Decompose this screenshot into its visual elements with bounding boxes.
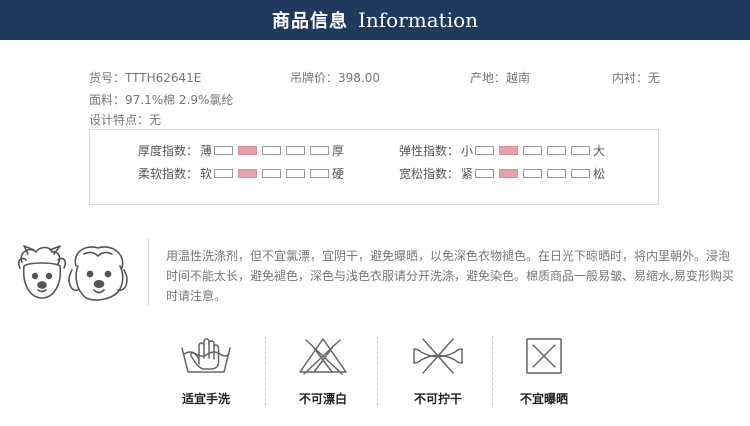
scale-cell bbox=[547, 145, 567, 155]
scale-label: 宽松指数： bbox=[399, 166, 460, 181]
scale-label: 厚度指数： bbox=[138, 143, 199, 158]
care-label: 不宜曝晒 bbox=[519, 392, 568, 406]
care-item-no-tumble-dry: 不宜曝晒 bbox=[489, 336, 599, 407]
scale-cell bbox=[286, 145, 306, 155]
fabric-index-box: 厚度指数： 薄 厚 弹性指数： 小 大 柔软指数： 软 硬 宽松指数： 紧 松 bbox=[89, 129, 659, 205]
scale-high: 松 bbox=[593, 166, 606, 181]
scale-cell bbox=[547, 168, 567, 178]
scale-row: 宽松指数： 紧 松 bbox=[399, 166, 606, 181]
header-title-en: Information bbox=[357, 8, 479, 32]
scale-cell bbox=[571, 168, 591, 178]
no-bleach-icon bbox=[299, 338, 347, 375]
header-title-zh: 商品信息 bbox=[271, 11, 348, 32]
scale-low: 软 bbox=[200, 166, 213, 181]
scale-cell bbox=[214, 168, 234, 178]
care-label: 适宜手洗 bbox=[181, 392, 230, 406]
care-divider bbox=[148, 238, 149, 306]
scale-low: 紧 bbox=[461, 166, 474, 181]
scale-high: 厚 bbox=[332, 143, 345, 158]
origin-text: 产地：越南 bbox=[470, 71, 531, 85]
care-item-no-wring: 不可拧干 bbox=[383, 336, 493, 407]
scale-cell bbox=[571, 145, 591, 155]
scale-cell bbox=[262, 168, 282, 178]
scale-cell bbox=[499, 145, 519, 155]
lining-text: 内衬：无 bbox=[612, 71, 661, 85]
scale-cell bbox=[475, 145, 495, 155]
scale-cell bbox=[286, 168, 306, 178]
header-banner: 商品信息 Information bbox=[0, 0, 750, 40]
scale-cell bbox=[523, 145, 543, 155]
scale-row: 厚度指数： 薄 厚 bbox=[138, 143, 345, 158]
scale-cell bbox=[214, 145, 234, 155]
scale-cell bbox=[523, 168, 543, 178]
care-divider-dashed bbox=[265, 336, 266, 406]
scale-cell bbox=[499, 168, 519, 178]
care-item-no-bleach: 不可漂白 bbox=[268, 336, 378, 407]
no-wring-icon bbox=[413, 338, 463, 374]
scale-row: 弹性指数： 小 大 bbox=[399, 143, 606, 158]
scale-cell bbox=[238, 168, 258, 178]
sku-text: 货号：TTTH62641E bbox=[89, 71, 202, 85]
material-text: 面料：97.1%棉 2.9%氯纶 bbox=[89, 93, 234, 107]
design-text: 设计特点：无 bbox=[89, 113, 162, 127]
scale-cell bbox=[262, 145, 282, 155]
scale-high: 硬 bbox=[332, 166, 345, 181]
dog-mascot-icon bbox=[17, 245, 128, 301]
care-label: 不可漂白 bbox=[298, 392, 347, 406]
scale-high: 大 bbox=[593, 143, 606, 158]
no-tumble-dry-icon bbox=[526, 338, 562, 374]
care-instructions-text: 用温性洗涤剂，但不宜氯漂，宜阴干，避免曝晒，以免深色衣物褪色。在日光下晾晒时，将… bbox=[166, 249, 734, 303]
scale-cell bbox=[310, 145, 330, 155]
scale-row: 柔软指数： 软 硬 bbox=[138, 166, 345, 181]
scale-label: 弹性指数： bbox=[399, 143, 460, 158]
scale-cell bbox=[310, 168, 330, 178]
care-item-hand-wash: 适宜手洗 bbox=[151, 336, 261, 407]
scale-low: 薄 bbox=[200, 143, 213, 158]
care-label: 不可拧干 bbox=[413, 392, 462, 406]
scale-low: 小 bbox=[461, 143, 474, 158]
scale-cell bbox=[238, 145, 258, 155]
price-text: 吊牌价：398.00 bbox=[290, 71, 380, 85]
scale-cell bbox=[475, 168, 495, 178]
care-divider-dashed bbox=[377, 336, 378, 406]
hand-wash-icon bbox=[181, 338, 231, 373]
scale-label: 柔软指数： bbox=[138, 166, 199, 181]
